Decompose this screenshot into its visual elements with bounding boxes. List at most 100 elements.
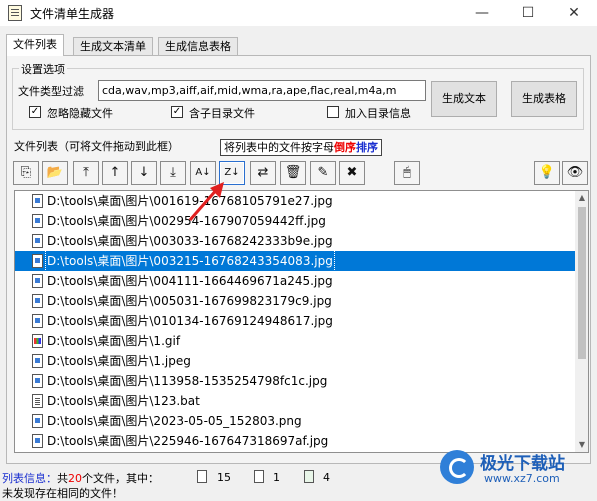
red-arrow-icon — [188, 182, 224, 221]
document-file-count: 1 — [273, 471, 280, 484]
ignore-hidden-label: 忽略隐藏文件 — [47, 107, 113, 120]
copy-icon: ⎘ — [20, 165, 32, 180]
mouse-button[interactable]: 🖱 — [394, 161, 420, 185]
title-bar: 文件清单生成器 — ☐ ✕ — [0, 0, 597, 26]
eraser-icon: ✎ — [317, 165, 329, 180]
file-list-row[interactable]: D:\tools\桌面\图片\1.gif — [15, 331, 575, 351]
move-top-icon: ⤒ — [83, 165, 89, 180]
file-list[interactable]: D:\tools\桌面\图片\225946-167647318697af.jpg… — [14, 190, 589, 453]
tab-file-list[interactable]: 文件列表 — [6, 34, 64, 56]
status-suffix: 个文件，其中： — [82, 472, 159, 485]
file-path: D:\tools\桌面\图片\123.bat — [47, 394, 200, 408]
sort-descending-icon: Z↓ — [224, 167, 240, 178]
tips-button[interactable]: 💡 — [534, 161, 560, 185]
image-file-icon — [32, 374, 43, 388]
tab-generate-table[interactable]: 生成信息表格 — [158, 37, 238, 56]
image-file-icon — [32, 214, 43, 228]
image-file-icon — [32, 254, 43, 268]
add-dir-info-label: 加入目录信息 — [345, 107, 411, 120]
tooltip-red-text: 倒序 — [334, 141, 356, 154]
image-file-icon — [32, 274, 43, 288]
image-file-icon — [32, 194, 43, 208]
include-subdirs-label: 含子目录文件 — [189, 107, 255, 120]
file-list-section-label: 文件列表（可将文件拖动到此框） — [14, 140, 179, 153]
sort-desc-tooltip: 将列表中的文件按字母倒序排序 — [220, 139, 382, 156]
scrollbar-thumb[interactable] — [578, 207, 586, 359]
shuffle-icon: ⇄ — [257, 165, 269, 180]
image-file-icon — [32, 414, 43, 428]
watermark-text: 极光下载站 — [480, 454, 565, 474]
move-down-button[interactable]: ↓ — [131, 161, 157, 185]
file-path: D:\tools\桌面\图片\004111-1664469671a245.jpg — [47, 274, 333, 288]
delete-button[interactable]: 🗑 — [280, 161, 306, 185]
image-file-icon — [32, 354, 43, 368]
generate-table-button[interactable]: 生成表格 — [511, 81, 577, 117]
clear-list-button[interactable]: ✖ — [339, 161, 365, 185]
include-subdirs-checkbox[interactable]: ✓ — [171, 106, 183, 118]
trash-icon: 🗑 — [284, 165, 302, 180]
eye-icon: 👁 — [566, 165, 584, 180]
status-line-1: 列表信息：共20个文件，其中： — [2, 470, 159, 486]
tab-generate-text[interactable]: 生成文本清单 — [73, 37, 153, 56]
settings-group-label: 设置选项 — [19, 61, 67, 77]
file-list-row[interactable]: D:\tools\桌面\图片\113958-1535254798fc1c.jpg — [15, 371, 575, 391]
other-file-icon — [304, 470, 314, 483]
folder-icon: 📂 — [46, 165, 64, 180]
copy-list-button[interactable]: ⎘ — [13, 161, 39, 185]
reverse-order-button[interactable]: ⇄ — [250, 161, 276, 185]
tooltip-text: 将列表中的文件按字母 — [224, 141, 334, 154]
view-button[interactable]: 👁 — [562, 161, 588, 185]
file-list-row[interactable]: D:\tools\桌面\图片\005031-167699823179c9.jpg — [15, 291, 575, 311]
file-path: D:\tools\桌面\图片\225946-167647318697af.jpg — [47, 434, 329, 448]
file-path: D:\tools\桌面\图片\003033-16768242333b9e.jpg — [47, 234, 333, 248]
file-path: D:\tools\桌面\图片\005031-167699823179c9.jpg — [47, 294, 332, 308]
move-up-button[interactable]: ↑ — [102, 161, 128, 185]
lightbulb-icon: 💡 — [538, 165, 556, 180]
generate-text-button[interactable]: 生成文本 — [431, 81, 497, 117]
add-dir-info-checkbox[interactable] — [327, 106, 339, 118]
move-up-icon: ↑ — [109, 165, 121, 180]
move-top-button[interactable]: ⤒ — [73, 161, 99, 185]
close-button[interactable]: ✕ — [551, 0, 597, 26]
vertical-scrollbar[interactable]: ▲ ▼ — [575, 191, 588, 452]
file-list-row[interactable]: D:\tools\桌面\图片\2023-05-05_152803.png — [15, 411, 575, 431]
filter-label: 文件类型过滤 — [18, 85, 84, 98]
watermark-url: www.xz7.com — [484, 472, 560, 485]
file-list-row[interactable]: D:\tools\桌面\图片\1.jpeg — [15, 351, 575, 371]
minimize-button[interactable]: — — [459, 0, 505, 26]
file-list-row[interactable]: D:\tools\桌面\图片\003033-16768242333b9e.jpg — [15, 231, 575, 251]
window-title: 文件清单生成器 — [30, 7, 115, 21]
file-list-row[interactable]: D:\tools\桌面\图片\123.bat — [15, 391, 575, 411]
other-file-count: 4 — [323, 471, 330, 484]
move-bottom-button[interactable]: ⤓ — [160, 161, 186, 185]
mouse-icon: 🖱 — [403, 165, 411, 180]
app-icon — [8, 5, 22, 21]
file-path: D:\tools\桌面\图片\010134-16769124948617.jpg — [47, 314, 333, 328]
status-label: 列表信息： — [2, 472, 57, 485]
tooltip-blue-text: 排序 — [356, 141, 378, 154]
file-list-row[interactable]: D:\tools\桌面\图片\004111-1664469671a245.jpg — [15, 271, 575, 291]
file-list-row[interactable]: D:\tools\桌面\图片\010134-16769124948617.jpg — [15, 311, 575, 331]
status-prefix: 共 — [57, 472, 68, 485]
watermark-logo: 极光下载站 www.xz7.com — [440, 448, 590, 492]
file-list-row[interactable]: D:\tools\桌面\图片\003215-16768243354083.jpg — [15, 250, 575, 272]
image-file-icon — [32, 294, 43, 308]
image-file-count: 15 — [217, 471, 231, 484]
move-bottom-icon: ⤓ — [170, 165, 176, 180]
clean-button[interactable]: ✎ — [310, 161, 336, 185]
file-path: D:\tools\桌面\图片\113958-1535254798fc1c.jpg — [47, 374, 328, 388]
file-list-row[interactable]: D:\tools\桌面\图片\002954-167907059442ff.jpg — [15, 211, 575, 231]
image-file-icon — [197, 470, 207, 483]
status-line-2: 未发现存在相同的文件！ — [2, 487, 123, 500]
image-file-icon — [32, 314, 43, 328]
file-list-row[interactable]: D:\tools\桌面\图片\001619-16768105791e27.jpg — [15, 191, 575, 211]
maximize-button[interactable]: ☐ — [505, 0, 551, 26]
clear-icon: ✖ — [346, 165, 358, 180]
file-path: D:\tools\桌面\图片\003215-16768243354083.jpg — [45, 250, 335, 272]
file-type-filter-input[interactable] — [98, 80, 426, 101]
scroll-up-icon[interactable]: ▲ — [575, 191, 588, 205]
image-file-icon — [32, 234, 43, 248]
open-folder-button[interactable]: 📂 — [42, 161, 68, 185]
ignore-hidden-checkbox[interactable]: ✓ — [29, 106, 41, 118]
gif-file-icon — [32, 334, 43, 348]
